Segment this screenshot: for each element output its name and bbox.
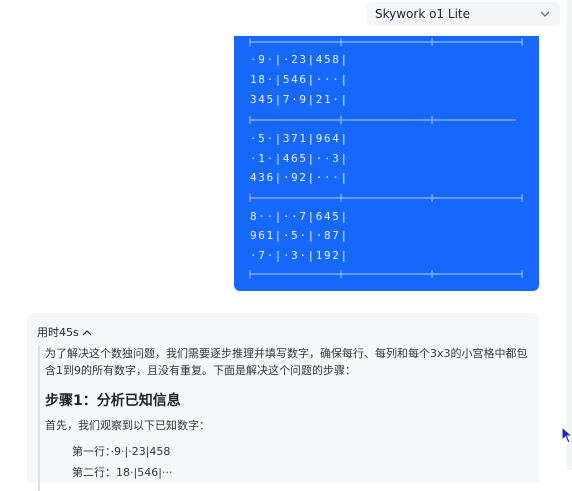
sudoku-row: 436|·92|···| xyxy=(250,171,349,184)
mouse-cursor-icon xyxy=(561,425,572,448)
scrollbar-track[interactable] xyxy=(567,0,572,470)
sudoku-row: 961|·5·|·87| xyxy=(250,229,349,242)
sudoku-row: ·5·|371|964| xyxy=(250,132,349,145)
step-heading: 步骤1：分析已知信息 xyxy=(45,393,181,409)
model-selector-label: Skywork o1 Lite xyxy=(375,7,470,21)
sudoku-row: ·7·|·3·|192| xyxy=(250,249,349,262)
quote-divider xyxy=(38,346,40,491)
sudoku-row: 18·|546|···| xyxy=(250,73,349,86)
intro-paragraph: 为了解决这个数独问题，我们需要逐步推理并填写数字，确保每行、每列和每个3x3的小… xyxy=(45,347,528,377)
thinking-time-toggle[interactable]: 用时45s xyxy=(37,324,92,340)
user-message-bubble: ·9·|·23|458| 18·|546|···| 345|7·9|21·| ·… xyxy=(234,36,539,291)
assistant-response-card: 用时45s 为了解决这个数独问题，我们需要逐步推理并填写数字，确保每行、每列和每… xyxy=(27,313,539,491)
sudoku-row: 8··|··7|645| xyxy=(250,210,349,223)
sudoku-row: ·9·|·23|458| xyxy=(250,53,349,66)
known-info-text: 首先，我们观察到以下已知数字： xyxy=(45,419,210,432)
sudoku-row: 345|7·9|21·| xyxy=(250,93,349,106)
chevron-up-icon xyxy=(82,326,92,339)
sudoku-row: ·1·|465|··3| xyxy=(250,152,349,165)
model-selector[interactable]: Skywork o1 Lite xyxy=(367,2,560,26)
row-line-item: 第二行：18·|546|··· xyxy=(72,466,173,479)
row-line-item: 第一行：·9·|·23|458 xyxy=(72,445,171,458)
elapsed-time-label: 用时45s xyxy=(37,326,79,339)
chevron-down-icon xyxy=(538,7,552,21)
